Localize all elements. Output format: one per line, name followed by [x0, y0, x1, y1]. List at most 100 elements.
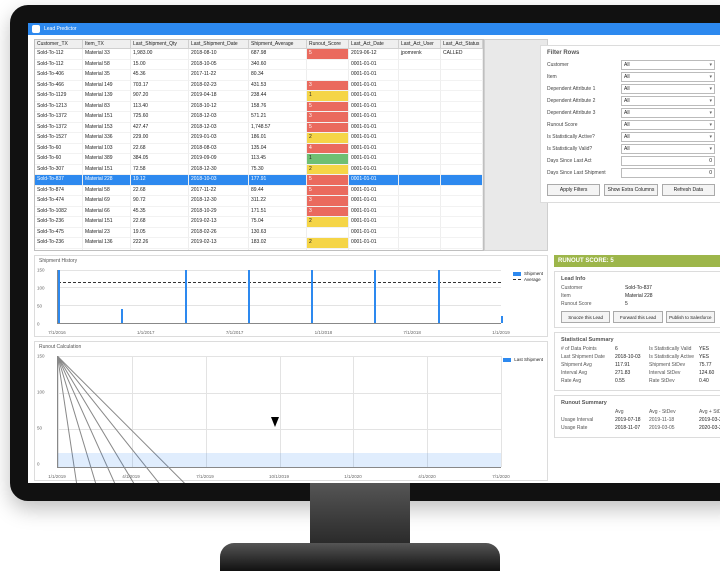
lead-action-button[interactable]: Publish to Salesforce	[666, 311, 715, 323]
table-row[interactable]: Sold-To-112Material 5815.002018-10-05340…	[35, 60, 483, 71]
filter-select[interactable]: All	[621, 72, 715, 82]
cell: Material 33	[83, 49, 131, 60]
stat-cell: Is Statistically Active	[649, 354, 699, 360]
c1-y1: 50	[37, 304, 42, 309]
table-row[interactable]: Sold-To-474Material 6990.722018-12-30311…	[35, 196, 483, 207]
filter-input[interactable]: 0	[621, 168, 715, 178]
table-row[interactable]: Sold-To-1527Material 336229.002019-01-03…	[35, 133, 483, 144]
c2-y3: 150	[37, 354, 45, 359]
cell: 2	[307, 238, 349, 249]
filter-select[interactable]: All	[621, 120, 715, 130]
cell: 0001-01-01	[349, 91, 399, 102]
grid-col-6[interactable]: Last_Act_Date	[349, 40, 399, 49]
table-row[interactable]: Sold-To-236Material 15122.682019-02-1375…	[35, 217, 483, 228]
cell	[399, 217, 441, 228]
cell	[399, 102, 441, 113]
table-row[interactable]: Sold-To-475Material 2319.052018-02-26130…	[35, 228, 483, 239]
filter-label: Dependent Attribute 2	[547, 98, 621, 104]
grid-col-2[interactable]: Last_Shipment_Qty	[131, 40, 189, 49]
runout-cell: 2018-11-07	[615, 425, 649, 431]
table-row[interactable]: Sold-To-406Material 3545.362017-11-2280.…	[35, 70, 483, 81]
filter-select[interactable]: All	[621, 60, 715, 70]
data-grid[interactable]: Customer_TXItem_TXLast_Shipment_QtyLast_…	[34, 39, 484, 251]
table-row[interactable]: Sold-To-307Material 15172.582018-12-3075…	[35, 165, 483, 176]
cell: Sold-To-60	[35, 144, 83, 155]
table-row[interactable]: Sold-To-236Material 136222.262019-02-131…	[35, 238, 483, 249]
lead-action-button[interactable]: Snooze this Lead	[561, 311, 610, 323]
filter-button[interactable]: Apply Filters	[547, 184, 600, 196]
stat-cell: 2018-10-03	[615, 354, 649, 360]
cell: Material 58	[83, 186, 131, 197]
cell: Material 139	[83, 91, 131, 102]
cell: 130.63	[249, 228, 307, 239]
grid-col-5[interactable]: Runout_Score	[307, 40, 349, 49]
grid-col-1[interactable]: Item_TX	[83, 40, 131, 49]
table-row[interactable]: Sold-To-112Material 331,983.002018-08-10…	[35, 49, 483, 60]
filter-button[interactable]: Refresh Data	[662, 184, 715, 196]
table-row[interactable]: Sold-To-874Material 5822.682017-11-2289.…	[35, 186, 483, 197]
grid-col-0[interactable]: Customer_TX	[35, 40, 83, 49]
cell: 2018-10-05	[189, 60, 249, 71]
cell	[399, 238, 441, 249]
cell: 2019-06-12	[349, 49, 399, 60]
x-tick: 7/1/2016	[48, 330, 66, 335]
cell: Sold-To-236	[35, 238, 83, 249]
cell: 0001-01-01	[349, 60, 399, 71]
filter-select[interactable]: All	[621, 144, 715, 154]
table-row[interactable]: Sold-To-466Material 149703.172018-02-234…	[35, 81, 483, 92]
cell: 2018-08-10	[189, 49, 249, 60]
cell: 22.68	[131, 186, 189, 197]
c1-y2: 100	[37, 286, 45, 291]
grid-col-7[interactable]: Last_Act_User	[399, 40, 441, 49]
stat-cell: 0.55	[615, 378, 649, 384]
grid-col-3[interactable]: Last_Shipment_Date	[189, 40, 249, 49]
filter-input[interactable]: 0	[621, 156, 715, 166]
cell: Material 389	[83, 154, 131, 165]
cell: Material 151	[83, 112, 131, 123]
cell	[441, 196, 483, 207]
cell: 5	[307, 186, 349, 197]
filter-button[interactable]: Show Extra Columns	[604, 184, 657, 196]
cell: Sold-To-1082	[35, 207, 83, 218]
cell	[441, 91, 483, 102]
table-row[interactable]: Sold-To-1129Material 139907.202019-04-18…	[35, 91, 483, 102]
cell: 2018-02-26	[189, 228, 249, 239]
cell: Sold-To-236	[35, 249, 83, 252]
stats-title: Statistical Summary	[561, 337, 715, 343]
filter-select[interactable]: All	[621, 108, 715, 118]
cell: Material 35	[83, 70, 131, 81]
cell: Material 136	[83, 238, 131, 249]
table-row[interactable]: Sold-To-1372Material 153427.472018-12-03…	[35, 123, 483, 134]
table-row[interactable]: Sold-To-60Material 389384.052019-09-0911…	[35, 154, 483, 165]
table-row[interactable]: Sold-To-60Material 10322.682018-08-03135…	[35, 144, 483, 155]
x-tick: 1/1/2019	[492, 330, 510, 335]
table-row[interactable]: Sold-To-1372Material 151725.602018-12-03…	[35, 112, 483, 123]
filter-select[interactable]: All	[621, 84, 715, 94]
cell: 2018-12-03	[189, 123, 249, 134]
cell: Sold-To-466	[35, 81, 83, 92]
grid-col-4[interactable]: Shipment_Average	[249, 40, 307, 49]
cell	[399, 207, 441, 218]
runout-cell: 2019-11-18	[649, 417, 699, 423]
cell: Sold-To-1213	[35, 102, 83, 113]
filter-title: Filter Rows	[547, 50, 715, 56]
table-row[interactable]: Sold-To-1082Material 6645.352018-10-2917…	[35, 207, 483, 218]
filter-select[interactable]: All	[621, 96, 715, 106]
table-row[interactable]: Sold-To-837Material 22819.122018-10-0317…	[35, 175, 483, 186]
filter-select[interactable]: All	[621, 132, 715, 142]
lead-info-box: Lead Info CustomerSold-To-837 ItemMateri…	[554, 271, 720, 328]
cell: 2	[307, 133, 349, 144]
stat-cell: YES	[699, 346, 720, 352]
cell: 0001-01-01	[349, 123, 399, 134]
x-tick: 4/1/2020	[418, 474, 436, 479]
stat-cell: Shipment Avg	[561, 362, 615, 368]
cell: 177.91	[249, 175, 307, 186]
cell	[399, 249, 441, 252]
cell	[441, 144, 483, 155]
table-row[interactable]: Sold-To-236Material 1711,020.602019-04-1…	[35, 249, 483, 252]
window-title: Lead Predictor	[44, 26, 77, 32]
lead-action-button[interactable]: Forward this Lead	[613, 311, 662, 323]
table-row[interactable]: Sold-To-1213Material 83113.402018-10-121…	[35, 102, 483, 113]
grid-col-8[interactable]: Last_Act_Status	[441, 40, 483, 49]
cell	[399, 91, 441, 102]
